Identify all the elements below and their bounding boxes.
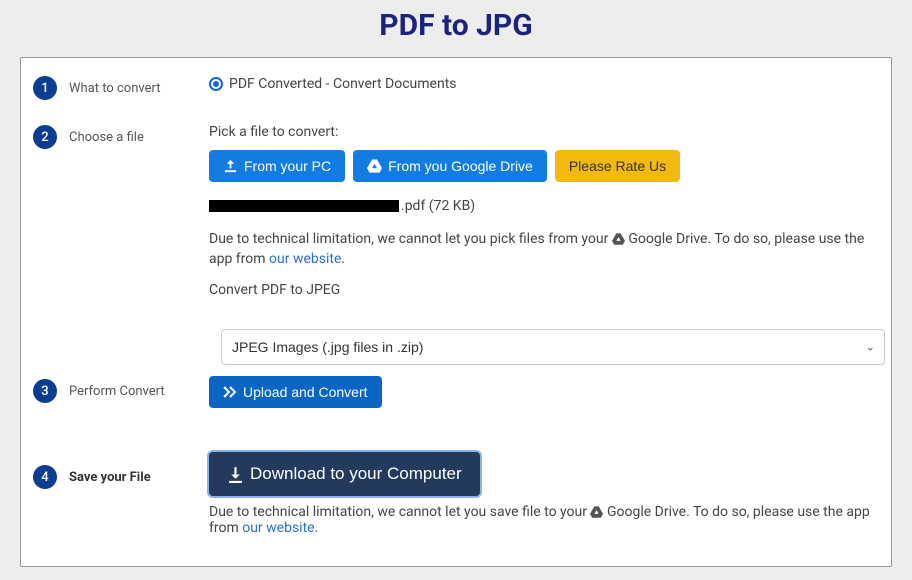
limitation-save-pre: Due to technical limitation, we cannot l… <box>209 504 590 520</box>
file-size-text: .pdf (72 KB) <box>401 198 475 214</box>
step-what-to-convert: 1 What to convert <box>33 76 161 100</box>
download-label: Download to your Computer <box>250 464 462 484</box>
step-label-1: What to convert <box>69 81 161 96</box>
period: . <box>315 520 319 536</box>
double-chevron-icon <box>223 386 237 398</box>
file-source-buttons: From your PC From you Google Drive Pleas… <box>209 150 873 182</box>
limitation-pick-pre: Due to technical limitation, we cannot l… <box>209 231 612 247</box>
steps-sidebar: 1 What to convert 2 Choose a file 3 Perf… <box>21 58 197 566</box>
step-label-3: Perform Convert <box>69 384 165 399</box>
step-label-2: Choose a file <box>69 130 144 145</box>
convert-to-label: Convert PDF to JPEG <box>209 282 873 298</box>
download-button[interactable]: Download to your Computer <box>209 452 480 496</box>
radio-row[interactable]: PDF Converted - Convert Documents <box>209 76 873 92</box>
rate-button[interactable]: Please Rate Us <box>555 150 680 182</box>
step-number-4: 4 <box>33 465 57 489</box>
pick-limitation-text: Due to technical limitation, we cannot l… <box>209 230 873 269</box>
step-save-file: 4 Save your File <box>33 465 151 489</box>
download-row: Download to your Computer <box>209 452 873 496</box>
upload-convert-label: Upload and Convert <box>243 384 368 400</box>
step-number-2: 2 <box>33 125 57 149</box>
main-card: 1 What to convert 2 Choose a file 3 Perf… <box>20 57 892 567</box>
from-pc-label: From your PC <box>244 158 331 174</box>
radio-label: PDF Converted - Convert Documents <box>229 76 457 92</box>
from-drive-button[interactable]: From you Google Drive <box>353 150 547 182</box>
redacted-filename <box>209 200 399 212</box>
page-title: PDF to JPG <box>0 0 912 57</box>
step-perform-convert: 3 Perform Convert <box>33 379 165 403</box>
our-website-link[interactable]: our website <box>242 520 314 536</box>
google-drive-icon <box>590 506 603 518</box>
save-limitation-text: Due to technical limitation, we cannot l… <box>209 504 873 536</box>
our-website-link[interactable]: our website <box>269 251 341 267</box>
rate-label: Please Rate Us <box>569 158 666 174</box>
upload-icon <box>223 159 238 174</box>
from-pc-button[interactable]: From your PC <box>209 150 345 182</box>
main-panel: PDF Converted - Convert Documents Pick a… <box>197 58 891 566</box>
output-format-select[interactable]: JPEG Images (.jpg files in .zip) <box>221 329 885 365</box>
selected-file-row: .pdf (72 KB) <box>209 198 873 214</box>
step-number-1: 1 <box>33 76 57 100</box>
period: . <box>341 251 345 267</box>
upload-convert-row: Upload and Convert <box>209 376 873 408</box>
radio-selected-icon[interactable] <box>209 77 223 91</box>
step-choose-file: 2 Choose a file <box>33 125 144 149</box>
step-number-3: 3 <box>33 379 57 403</box>
step-label-4: Save your File <box>69 470 151 485</box>
pick-file-label: Pick a file to convert: <box>209 124 873 140</box>
upload-convert-button[interactable]: Upload and Convert <box>209 376 382 408</box>
download-icon <box>227 466 244 483</box>
output-format-row: JPEG Images (.jpg files in .zip) ⌄ <box>221 329 885 365</box>
google-drive-icon <box>612 233 625 245</box>
google-drive-icon <box>367 159 382 173</box>
from-drive-label: From you Google Drive <box>388 158 533 174</box>
